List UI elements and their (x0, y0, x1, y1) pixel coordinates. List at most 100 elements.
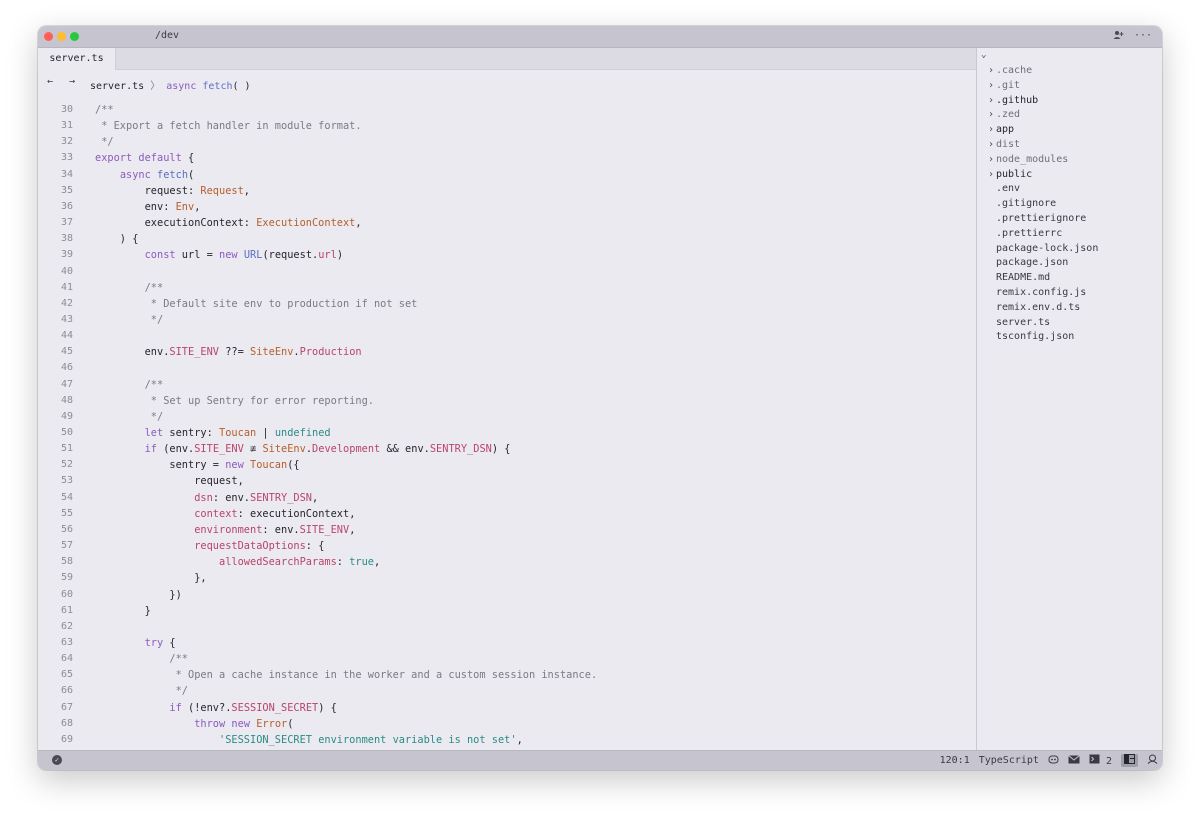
tree-folder[interactable]: › .github (988, 93, 1038, 108)
code-line[interactable]: 40 (38, 264, 976, 280)
tree-item-label: package.json (996, 257, 1069, 269)
close-window-button[interactable] (44, 32, 53, 41)
minimize-window-button[interactable] (57, 32, 66, 41)
code-line[interactable]: 51 if (env.SITE_ENV ≢ SiteEnv.Developmen… (38, 441, 976, 457)
copilot-icon[interactable] (1048, 754, 1059, 767)
arrow-left-icon[interactable]: ← (47, 76, 53, 87)
tree-file[interactable]: remix.env.d.ts (988, 300, 1080, 315)
code-line[interactable]: 65 * Open a cache instance in the worker… (38, 667, 976, 683)
tree-file[interactable]: package-lock.json (988, 241, 1098, 256)
tree-file[interactable]: remix.config.js (988, 285, 1086, 300)
code-token: Toucan (219, 427, 257, 439)
code-token: environment (194, 523, 263, 536)
code-token: /** (169, 653, 189, 666)
user-plus-icon[interactable] (1113, 30, 1124, 44)
mail-icon[interactable] (1068, 754, 1080, 767)
terminal-icon[interactable]: 2 (1089, 754, 1112, 767)
code-line[interactable]: 55 context: executionContext, (38, 506, 976, 522)
code-line[interactable]: 59 }, (38, 570, 976, 586)
breadcrumb-bar: ← → server.ts 〉 async fetch( ) (38, 70, 976, 96)
code-line[interactable]: 30 /** (38, 102, 976, 118)
code-line[interactable]: 57 requestDataOptions: { (38, 538, 976, 554)
line-number: 56 (60, 523, 73, 535)
code-line[interactable]: 44 (38, 328, 976, 344)
breadcrumb[interactable]: server.ts 〉 async fetch( ) (90, 77, 251, 92)
tree-folder[interactable]: › app (988, 122, 1014, 137)
tree-item-label: .github (996, 94, 1039, 106)
code-token: /** (95, 104, 114, 116)
tree-folder[interactable]: › node_modules (988, 152, 1068, 167)
tree-file[interactable]: .prettierignore (988, 211, 1086, 226)
code-line[interactable]: 37 executionContext: ExecutionContext, (38, 215, 976, 231)
assistant-icon[interactable] (1147, 754, 1158, 767)
code-line[interactable]: 41 /** (38, 280, 976, 296)
tree-file[interactable]: server.ts (988, 315, 1050, 330)
code-line[interactable]: 67 if (!env?.SESSION_SECRET) { (38, 700, 976, 716)
breadcrumb-file[interactable]: server.ts (90, 81, 144, 92)
code-line[interactable]: 31 * Export a fetch handler in module fo… (38, 118, 976, 134)
code-line[interactable]: 68 throw new Error( (38, 716, 976, 732)
code-line[interactable]: 39 const url = new URL(request.url) (38, 247, 976, 263)
project-panel-icon[interactable] (1121, 754, 1138, 767)
code-line[interactable]: 66 */ (38, 683, 976, 699)
code-token: url (318, 249, 337, 262)
code-line[interactable]: 60 }) (38, 587, 976, 603)
code-line[interactable]: 47 /** (38, 377, 976, 393)
code-area[interactable]: 29 30/**31 * Export a fetch handler in m… (38, 96, 976, 751)
breadcrumb-symbol-name[interactable]: fetch (202, 81, 232, 92)
code-token: ??= (219, 346, 251, 359)
code-line[interactable]: 45 env.SITE_ENV ??= SiteEnv.Production (38, 344, 976, 360)
language-selector[interactable]: TypeScript (979, 755, 1039, 766)
code-line[interactable]: 48 * Set up Sentry for error reporting. (38, 393, 976, 409)
code-line[interactable]: 64 /** (38, 651, 976, 667)
tree-folder[interactable]: › .cache (988, 63, 1032, 78)
arrow-right-icon[interactable]: → (69, 76, 75, 87)
tab-server-ts[interactable]: server.ts (38, 48, 116, 70)
tree-folder[interactable]: › .zed (988, 107, 1020, 122)
line-number: 66 (60, 685, 73, 697)
code-line[interactable]: 34 async fetch( (38, 167, 976, 183)
code-line[interactable]: 54 dsn: env.SENTRY_DSN, (38, 490, 976, 506)
tree-file[interactable]: package.json (988, 255, 1068, 270)
chevron-down-icon[interactable]: ⌄ (981, 50, 986, 60)
window-title-path[interactable]: /dev (155, 30, 179, 41)
code-line[interactable]: 52 sentry = new Toucan({ (38, 457, 976, 473)
code-token: , (312, 491, 319, 504)
code-line[interactable]: 62 (38, 619, 976, 635)
code-line[interactable]: 43 */ (38, 312, 976, 328)
zoom-window-button[interactable] (70, 32, 79, 41)
tree-file[interactable]: .prettierrc (988, 226, 1062, 241)
tree-file[interactable]: tsconfig.json (988, 329, 1074, 344)
code-line[interactable]: 49 */ (38, 409, 976, 425)
more-options-icon[interactable]: ··· (1134, 30, 1152, 44)
code-token: Production (299, 346, 362, 359)
code-line[interactable]: 58 allowedSearchParams: true, (38, 554, 976, 570)
code-line[interactable]: 36 env: Env, (38, 199, 976, 215)
code-line[interactable]: 53 request, (38, 473, 976, 489)
code-line[interactable]: 61 } (38, 603, 976, 619)
tree-file[interactable]: README.md (988, 270, 1050, 285)
line-number: 34 (60, 168, 73, 180)
code-line[interactable]: 63 try { (38, 635, 976, 651)
code-token: default (138, 152, 182, 165)
code-line[interactable]: 33 export default { (38, 150, 976, 166)
code-line[interactable]: 46 (38, 360, 976, 376)
code-line[interactable]: 42 * Default site env to production if n… (38, 296, 976, 312)
check-circle-icon[interactable]: ✓ (52, 755, 62, 765)
tree-file[interactable]: .env (988, 181, 1020, 196)
code-line[interactable]: 69 'SESSION_SECRET environment variable … (38, 732, 976, 748)
tree-folder[interactable]: › .git (988, 78, 1020, 93)
line-number: 54 (60, 491, 73, 503)
code-line[interactable]: 50 let sentry: Toucan | undefined (38, 425, 976, 441)
code-line[interactable]: 35 request: Request, (38, 183, 976, 199)
cursor-position[interactable]: 120:1 (940, 755, 970, 766)
code-line[interactable]: 38 ) { (38, 231, 976, 247)
tree-item-label: dist (996, 139, 1021, 150)
tree-folder[interactable]: › dist (988, 137, 1020, 152)
code-line[interactable]: 56 environment: env.SITE_ENV, (38, 522, 976, 538)
tree-file[interactable]: .gitignore (988, 196, 1056, 211)
code-line[interactable]: 32 */ (38, 134, 976, 150)
tree-folder[interactable]: › public (988, 167, 1032, 182)
